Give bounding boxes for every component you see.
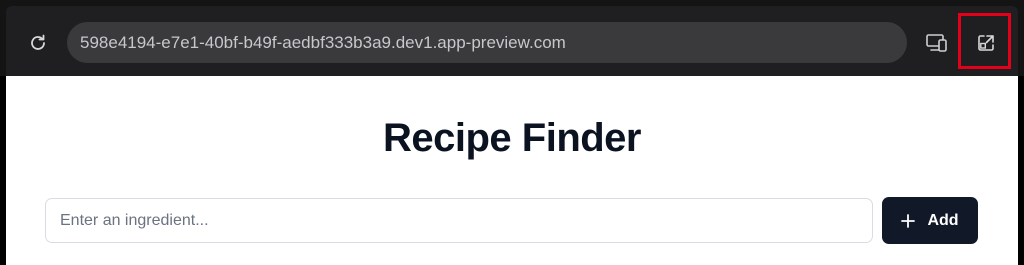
reload-icon: [31, 34, 45, 50]
ingredient-input[interactable]: [45, 198, 873, 243]
add-button-label: Add: [927, 211, 959, 229]
app-page: Recipe Finder Add: [6, 76, 1018, 265]
reload-button[interactable]: [26, 31, 50, 55]
devices-icon: [926, 34, 947, 52]
page-title: Recipe Finder: [382, 116, 642, 160]
open-in-new-window-icon: [978, 35, 994, 51]
plus-icon: [901, 213, 916, 228]
browser-toolbar: 598e4194-e7e1-40bf-b49f-aedbf333b3a9.dev…: [0, 0, 1024, 76]
device-preview-button[interactable]: [924, 30, 950, 56]
open-in-new-window-button[interactable]: [974, 31, 998, 55]
address-bar[interactable]: 598e4194-e7e1-40bf-b49f-aedbf333b3a9.dev…: [67, 22, 907, 63]
add-button[interactable]: Add: [882, 197, 978, 244]
